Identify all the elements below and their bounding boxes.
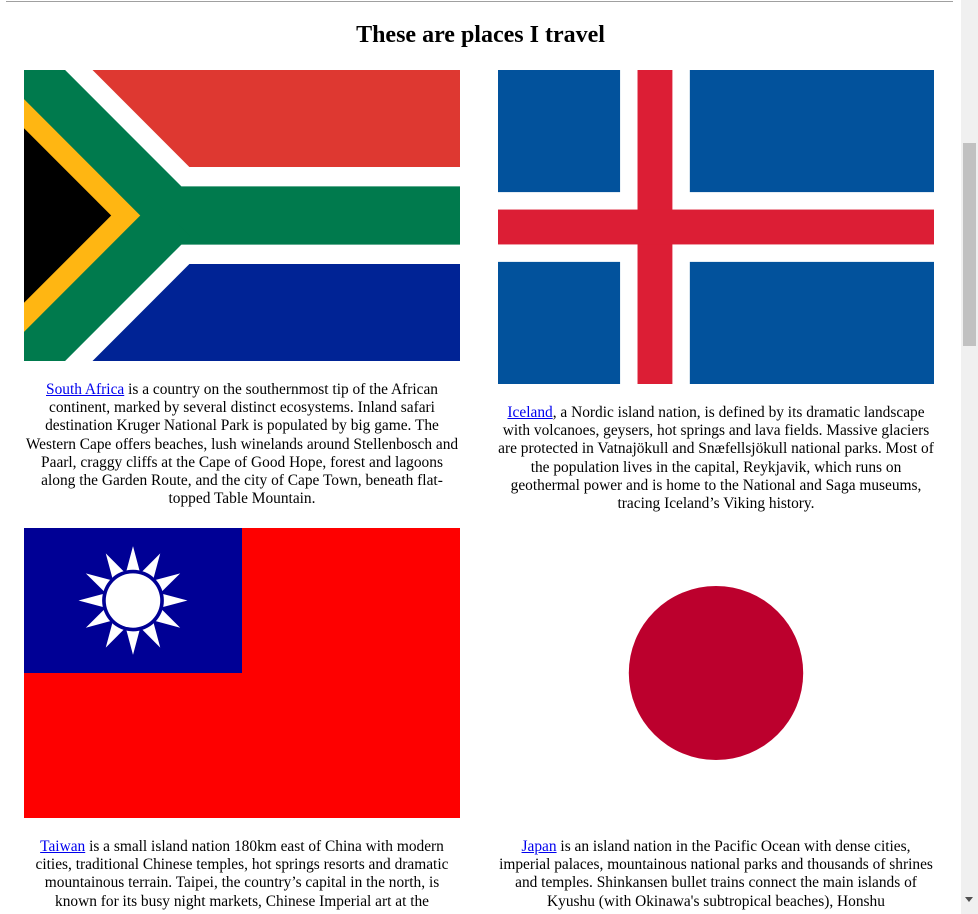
- scrollbar-thumb[interactable]: [963, 143, 976, 346]
- south-africa-caption: South Africa is a country on the souther…: [24, 381, 460, 508]
- japan-link[interactable]: Japan: [522, 838, 557, 855]
- iceland-caption: Iceland, a Nordic island nation, is defi…: [498, 404, 934, 513]
- japan-text: is an island nation in the Pacific Ocean…: [499, 838, 933, 910]
- scroll-down-arrow-icon[interactable]: [965, 897, 973, 902]
- south-africa-flag: [24, 70, 460, 361]
- japan-flag: [498, 528, 934, 818]
- page: These are places I travel South Africa i…: [0, 0, 961, 914]
- taiwan-caption: Taiwan is a small island nation 180km ea…: [24, 838, 460, 911]
- page-title: These are places I travel: [356, 22, 605, 48]
- iceland-text: , a Nordic island nation, is defined by …: [498, 404, 934, 513]
- japan-caption: Japan is an island nation in the Pacific…: [498, 838, 934, 911]
- taiwan-text: is a small island nation 180km east of C…: [35, 838, 449, 910]
- vertical-scrollbar[interactable]: [961, 0, 978, 914]
- iceland-link[interactable]: Iceland: [507, 404, 552, 421]
- iceland-flag: [498, 70, 934, 384]
- top-divider: [6, 1, 953, 2]
- taiwan-flag: [24, 528, 460, 818]
- south-africa-text: is a country on the southernmost tip of …: [25, 381, 459, 508]
- south-africa-link[interactable]: South Africa: [46, 381, 124, 398]
- taiwan-link[interactable]: Taiwan: [40, 838, 85, 855]
